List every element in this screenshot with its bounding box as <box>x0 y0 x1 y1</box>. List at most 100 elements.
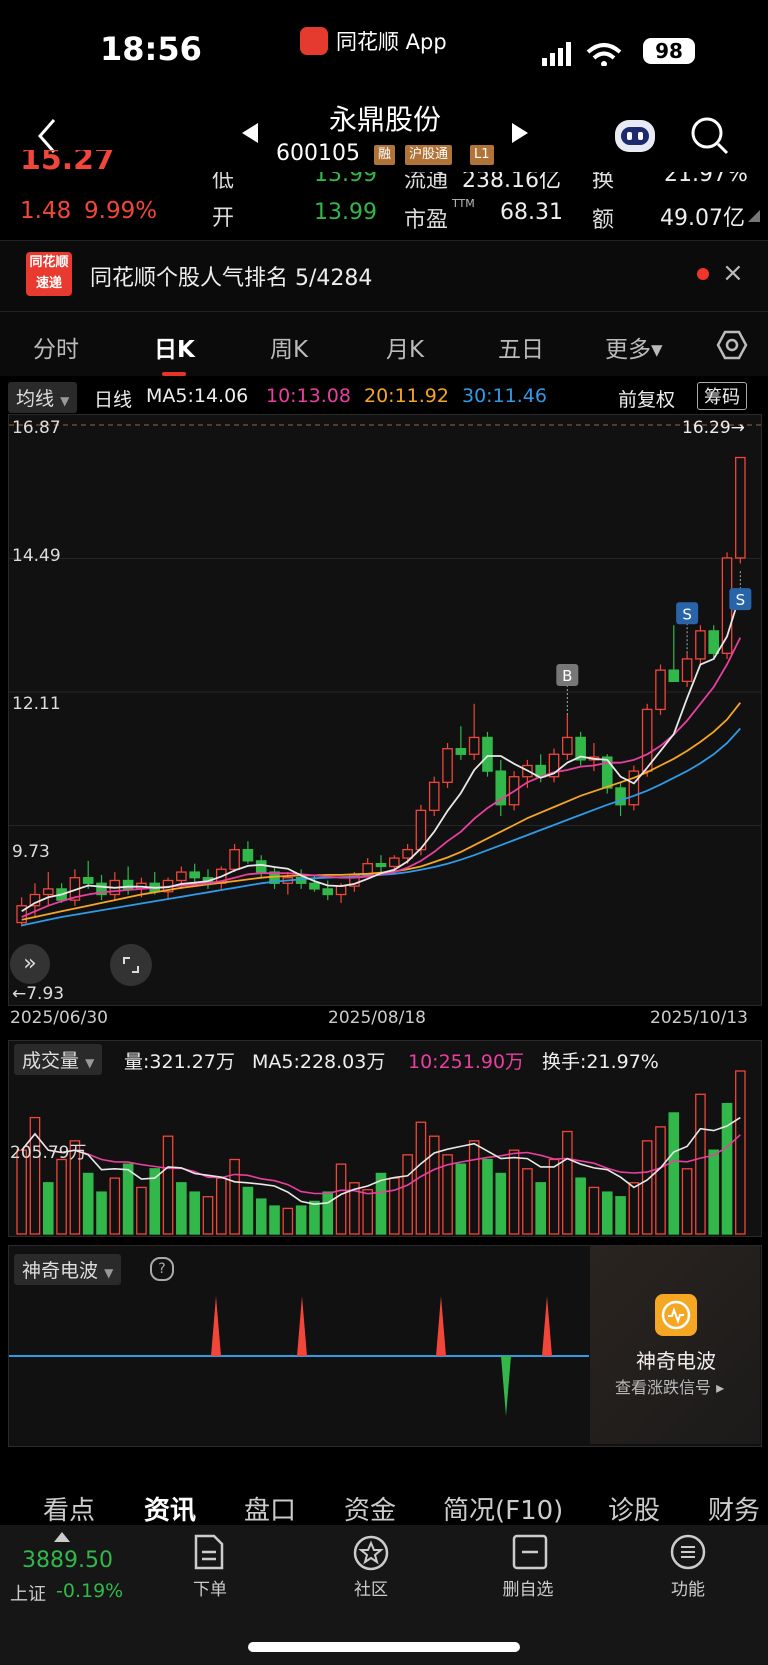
volume-bar <box>202 1196 214 1235</box>
volume-bar <box>269 1205 280 1235</box>
index-value[interactable]: 3889.50 <box>22 1548 113 1573</box>
volume-bar <box>362 1189 373 1235</box>
candle-body <box>229 848 240 870</box>
candle-body <box>322 888 334 896</box>
app-indicator[interactable]: 同花顺 App <box>300 26 447 56</box>
candle-body <box>695 630 706 660</box>
prev-stock-icon[interactable] <box>240 122 260 144</box>
tab-monthly[interactable]: 月K <box>386 330 424 364</box>
wave-up-spike <box>436 1296 446 1356</box>
fullscreen-icon <box>123 957 139 973</box>
adjust-button[interactable]: 前复权 <box>618 385 675 412</box>
volume-bar <box>695 1093 706 1235</box>
candle-body <box>428 781 440 812</box>
volume-bar <box>428 1135 440 1235</box>
volume-bar <box>641 1140 653 1235</box>
robot-assistant-icon[interactable] <box>612 114 658 156</box>
volume-bar <box>735 1070 746 1235</box>
volume-bar <box>189 1191 200 1235</box>
candle-body <box>255 860 267 873</box>
tab-intraday[interactable]: 分时 <box>33 330 79 364</box>
volume-bar <box>229 1158 240 1235</box>
chip-button[interactable]: 筹码 <box>697 382 747 410</box>
wave-indicator-select[interactable]: 神奇电波 ▼ <box>14 1254 122 1285</box>
active-tab-indicator <box>162 372 186 376</box>
info-tab-finance[interactable]: 财务 <box>708 1490 768 1527</box>
volume-bar <box>588 1186 600 1235</box>
tab-weekly[interactable]: 周K <box>270 330 308 364</box>
kline-chart[interactable]: B S S <box>9 415 761 1005</box>
nav-functions[interactable]: 功能 <box>648 1575 728 1600</box>
amount-value: 49.07亿 <box>660 206 745 231</box>
candle-body <box>655 669 666 711</box>
settings-icon[interactable] <box>716 330 748 360</box>
wave-up-spike <box>211 1296 221 1356</box>
candle-body <box>482 736 493 772</box>
candle-body <box>375 863 387 868</box>
unread-dot-icon <box>697 268 709 280</box>
change-percent: 9.99% <box>84 198 158 224</box>
tag-connect: 沪股通 <box>405 145 453 165</box>
info-tab-profile[interactable]: 简况(F10) <box>443 1490 563 1527</box>
wave-promo-subtitle[interactable]: 查看涨跌信号 ▸ <box>615 1374 724 1398</box>
wave-up-spike <box>542 1296 552 1356</box>
volume-bar <box>176 1182 187 1235</box>
tab-daily[interactable]: 日K <box>154 330 195 364</box>
info-tab-funds[interactable]: 资金 <box>344 1490 396 1527</box>
period-label: 日线 <box>94 389 133 411</box>
app-name: 同花顺 App <box>336 30 447 54</box>
max-price-label: 16.29→ <box>682 418 745 438</box>
info-tab-diagnosis[interactable]: 诊股 <box>608 1490 660 1527</box>
back-icon[interactable] <box>36 118 60 154</box>
float-label: 流通 <box>404 172 449 190</box>
info-tab-market[interactable]: 盘口 <box>244 1490 296 1527</box>
news-text[interactable]: 同花顺个股人气排名 5/4284 <box>90 260 372 292</box>
community-icon[interactable] <box>352 1534 390 1572</box>
menu-icon[interactable] <box>670 1534 706 1570</box>
volume-bar <box>655 1126 666 1235</box>
tab-more[interactable]: 更多▾ <box>605 330 663 364</box>
remove-watchlist-icon[interactable] <box>512 1534 548 1570</box>
scroll-left-button[interactable]: » <box>10 944 50 984</box>
candle-body <box>402 848 413 859</box>
volume-bar <box>562 1130 573 1235</box>
candle-body <box>442 748 453 783</box>
index-change: -0.19% <box>56 1580 124 1602</box>
volume-bar <box>42 1182 54 1235</box>
fullscreen-button[interactable] <box>110 944 152 986</box>
nav-remove-watchlist[interactable]: 删自选 <box>488 1575 568 1600</box>
volume-bar <box>601 1191 613 1235</box>
wave-help-icon[interactable]: ? <box>150 1257 174 1281</box>
indicator-type-select[interactable]: 均线 ▼ <box>8 382 78 413</box>
nav-order[interactable]: 下单 <box>170 1575 250 1600</box>
search-icon[interactable] <box>690 116 730 156</box>
nav-community[interactable]: 社区 <box>331 1575 411 1600</box>
buy-signal-text: B <box>562 667 572 685</box>
price-partial: 15.27 <box>20 150 115 174</box>
tab-fiveday[interactable]: 五日 <box>498 330 544 364</box>
order-icon[interactable] <box>192 1534 226 1570</box>
kline-chart-panel[interactable]: B S S <box>8 414 762 1006</box>
status-time: 18:56 <box>100 30 202 68</box>
volume-bar <box>109 1177 121 1235</box>
amount-label: 额 <box>592 208 615 233</box>
volume-bar <box>548 1158 560 1235</box>
candle-body <box>735 456 746 559</box>
x-label-mid: 2025/08/18 <box>328 1008 426 1028</box>
volume-bar <box>482 1158 493 1235</box>
info-tab-news[interactable]: 资讯 <box>144 1490 196 1527</box>
volume-bar <box>282 1207 294 1235</box>
volume-bar <box>522 1168 533 1235</box>
index-name: 上证 <box>10 1584 46 1605</box>
volume-bar <box>708 1149 720 1235</box>
volume-indicator-select[interactable]: 成交量 ▼ <box>14 1044 103 1075</box>
open-label: 开 <box>212 206 235 231</box>
volume-bar <box>389 1177 400 1235</box>
volume-bar <box>56 1158 67 1235</box>
candle-body <box>668 669 680 683</box>
close-news-button[interactable]: × <box>722 258 744 288</box>
next-stock-icon[interactable] <box>510 122 530 144</box>
info-tab-highlights[interactable]: 看点 <box>43 1490 95 1527</box>
volume-bar <box>96 1191 107 1235</box>
volume-bar <box>508 1149 520 1235</box>
